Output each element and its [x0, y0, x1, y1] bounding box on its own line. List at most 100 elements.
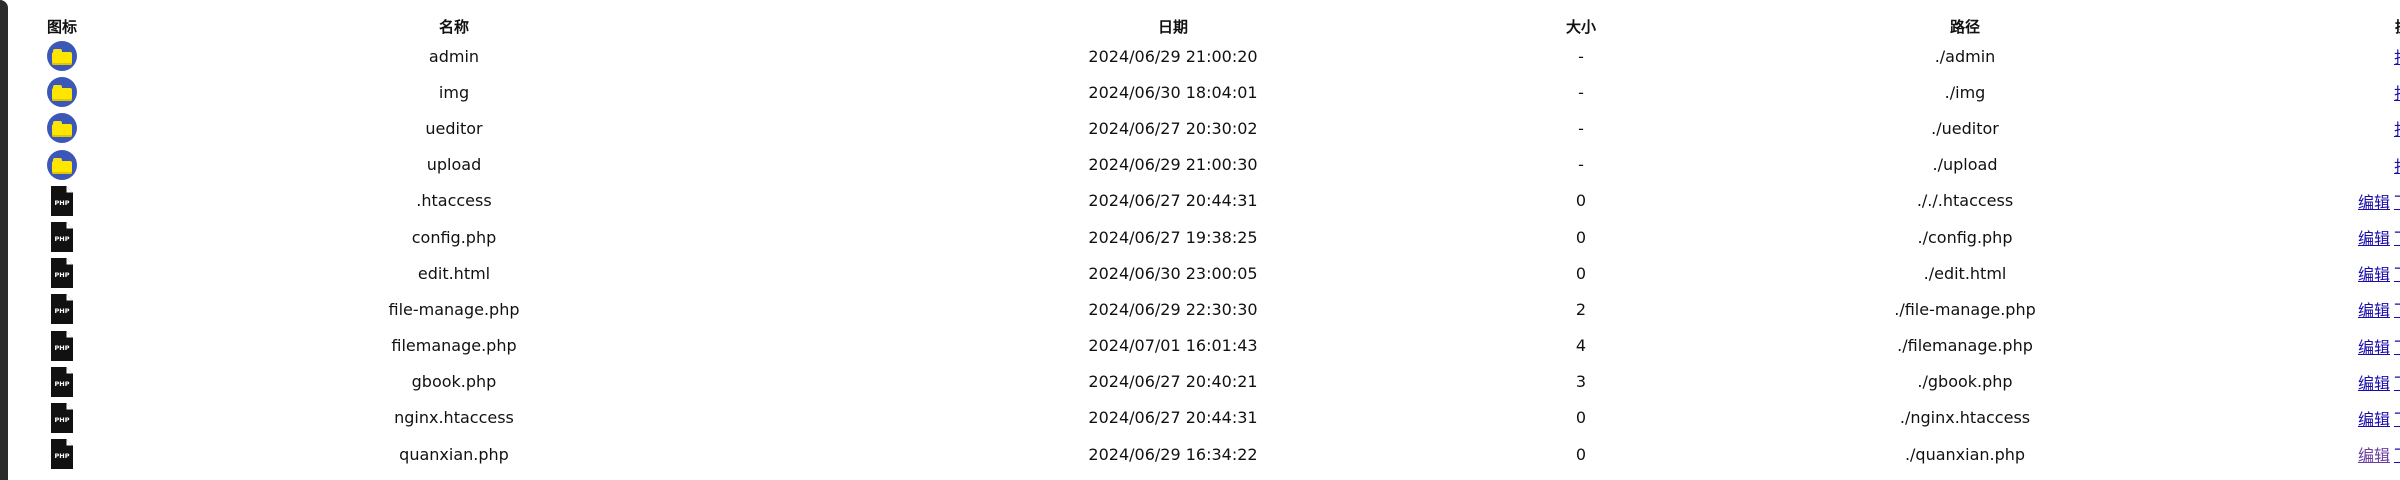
download-link[interactable]: 下载 — [2394, 374, 2400, 393]
path-cell: ./nginx.htaccess — [1899, 408, 2031, 428]
php-file-icon: PHP — [50, 366, 74, 398]
download-link[interactable]: 下载 — [2394, 446, 2400, 465]
size-cell: 2 — [1575, 299, 1587, 319]
date-cell: 2024/06/30 18:04:01 — [1088, 82, 1258, 102]
edit-link[interactable]: 编辑 — [2358, 229, 2390, 248]
name-cell: file-manage.php — [388, 299, 520, 319]
ops-cell: 编辑下载删除 — [2300, 400, 2400, 436]
icon-cell — [30, 147, 94, 183]
edit-link[interactable]: 编辑 — [2358, 446, 2390, 465]
header-path: 路径 — [1949, 17, 1980, 36]
size-cell: - — [1578, 82, 1584, 102]
edit-link[interactable]: 编辑 — [2358, 338, 2390, 357]
folder-icon — [47, 41, 77, 72]
folder-icon — [47, 113, 77, 144]
size-cell: 0 — [1575, 263, 1587, 283]
file-row: PHP gbook.php 2024/06/27 20:40:21 3 ./gbook.… — [30, 364, 2400, 400]
name-cell: .htaccess — [416, 191, 492, 211]
ops-cell: 编辑下载删除 — [2300, 436, 2400, 472]
date-cell: 2024/06/29 21:00:20 — [1088, 46, 1258, 66]
file-table: 图标 名称 日期 大小 路径 操作 admin 2024/06/29 21:00:… — [30, 14, 2400, 472]
name-cell: gbook.php — [411, 372, 497, 392]
header-ops: 操作 — [2300, 14, 2400, 38]
date-cell: 2024/06/29 16:34:22 — [1088, 444, 1258, 464]
folder-row: ueditor 2024/06/27 20:30:02 - ./ueditor 打开 — [30, 110, 2400, 146]
date-cell: 2024/06/27 20:44:31 — [1088, 408, 1258, 428]
name-cell: admin — [428, 46, 480, 66]
svg-text:PHP: PHP — [55, 344, 70, 352]
edit-link[interactable]: 编辑 — [2358, 410, 2390, 429]
ops-cell: 编辑下载删除 — [2300, 255, 2400, 291]
svg-text:PHP: PHP — [55, 271, 70, 279]
ops-cell: 编辑下载删除 — [2300, 364, 2400, 400]
edit-link[interactable]: 编辑 — [2358, 374, 2390, 393]
icon-cell: PHP — [30, 400, 94, 436]
php-file-icon: PHP — [50, 402, 74, 434]
path-cell: ./quanxian.php — [1904, 444, 2026, 464]
php-file-icon: PHP — [50, 293, 74, 325]
path-cell: ./gbook.php — [1917, 372, 2013, 392]
icon-cell: PHP — [30, 291, 94, 327]
size-cell: - — [1578, 46, 1584, 66]
size-cell: 0 — [1575, 191, 1587, 211]
date-cell: 2024/07/01 16:01:43 — [1088, 336, 1258, 356]
download-link[interactable]: 下载 — [2394, 301, 2400, 320]
download-link[interactable]: 下载 — [2394, 265, 2400, 284]
ops-cell: 打开 — [2300, 110, 2400, 146]
file-row: PHP config.php 2024/06/27 19:38:25 0 ./confi… — [30, 219, 2400, 255]
edit-link[interactable]: 编辑 — [2358, 193, 2390, 212]
date-cell: 2024/06/27 19:38:25 — [1088, 227, 1258, 247]
svg-text:PHP: PHP — [55, 452, 70, 460]
date-cell: 2024/06/27 20:44:31 — [1088, 191, 1258, 211]
open-link[interactable]: 打开 — [2394, 157, 2400, 176]
ops-cell: 打开 — [2300, 147, 2400, 183]
window-left-edge — [0, 0, 8, 480]
table-header: 图标 名称 日期 大小 路径 操作 — [30, 14, 2400, 38]
path-cell: ./upload — [1932, 155, 1998, 175]
ops-cell: 打开 — [2300, 74, 2400, 110]
ops-cell: 编辑下载删除 — [2300, 219, 2400, 255]
icon-cell: PHP — [30, 364, 94, 400]
icon-cell: PHP — [30, 328, 94, 364]
header-icon: 图标 — [46, 17, 77, 36]
path-cell: ././.htaccess — [1916, 191, 2014, 211]
folder-row: upload 2024/06/29 21:00:30 - ./upload 打开 — [30, 147, 2400, 183]
download-link[interactable]: 下载 — [2394, 193, 2400, 212]
ops-cell: 编辑下载删除 — [2300, 291, 2400, 327]
header-size: 大小 — [1565, 17, 1596, 36]
path-cell: ./config.php — [1917, 227, 2013, 247]
open-link[interactable]: 打开 — [2394, 120, 2400, 139]
file-row: PHP edit.html 2024/06/30 23:00:05 0 ./edit.h… — [30, 255, 2400, 291]
name-cell: ueditor — [425, 118, 483, 138]
icon-cell — [30, 38, 94, 74]
open-link[interactable]: 打开 — [2394, 84, 2400, 103]
date-cell: 2024/06/27 20:30:02 — [1088, 118, 1258, 138]
download-link[interactable]: 下载 — [2394, 338, 2400, 357]
download-link[interactable]: 下载 — [2394, 229, 2400, 248]
size-cell: 0 — [1575, 408, 1587, 428]
ops-cell: 编辑下载删除 — [2300, 183, 2400, 219]
table-body: admin2024/06/29 21:00:20-./admin打开img202… — [30, 38, 2400, 472]
download-link[interactable]: 下载 — [2394, 410, 2400, 429]
edit-link[interactable]: 编辑 — [2358, 301, 2390, 320]
folder-icon — [47, 77, 77, 108]
icon-cell: PHP — [30, 183, 94, 219]
svg-text:PHP: PHP — [55, 380, 70, 388]
header-row: 图标 名称 日期 大小 路径 操作 — [30, 14, 2400, 38]
file-manager-window: 图标 名称 日期 大小 路径 操作 admin 2024/06/29 21:00:… — [0, 0, 2400, 480]
size-cell: 3 — [1575, 372, 1587, 392]
php-file-icon: PHP — [50, 185, 74, 217]
icon-cell — [30, 74, 94, 110]
php-file-icon: PHP — [50, 438, 74, 470]
edit-link[interactable]: 编辑 — [2358, 265, 2390, 284]
icon-cell: PHP — [30, 255, 94, 291]
svg-text:PHP: PHP — [55, 199, 70, 207]
folder-icon — [47, 149, 77, 180]
date-cell: 2024/06/29 22:30:30 — [1088, 299, 1258, 319]
file-row: PHP file-manage.php 2024/06/29 22:30:30 2 ./… — [30, 291, 2400, 327]
file-row: PHP .htaccess 2024/06/27 20:44:31 0 ././.hta… — [30, 183, 2400, 219]
svg-text:PHP: PHP — [55, 416, 70, 424]
file-row: PHP filemanage.php 2024/07/01 16:01:43 4 ./f… — [30, 328, 2400, 364]
path-cell: ./img — [1944, 82, 1986, 102]
open-link[interactable]: 打开 — [2394, 48, 2400, 67]
